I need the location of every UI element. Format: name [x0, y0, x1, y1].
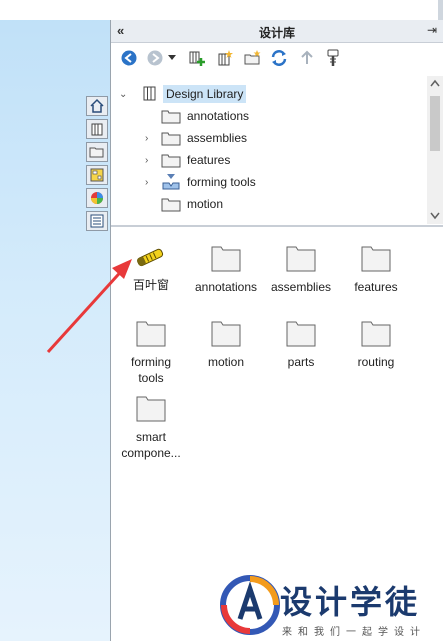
folder-icon — [361, 321, 391, 347]
tree-item-label: features — [187, 153, 231, 167]
library-tree: ⌄ Design Library annotations › assemblie… — [111, 76, 427, 224]
file-explorer-icon — [89, 147, 104, 158]
appearances-icon — [91, 192, 103, 204]
grid-item-label: assemblies — [270, 280, 332, 294]
window-edge — [438, 0, 443, 20]
panel-title-bar: « 设计库 ⇥ — [111, 20, 443, 43]
expand-caret-icon[interactable]: › — [145, 133, 155, 144]
folder-icon — [211, 246, 241, 272]
folder-icon — [161, 110, 181, 124]
folder-icon — [161, 198, 181, 212]
grid-item-label: features — [354, 280, 398, 294]
task-pane-tabs — [84, 96, 110, 234]
grid-item-forming-tools[interactable]: forming tools — [114, 319, 188, 386]
watermark: 设计学徒 来和我们一起学设计 — [220, 573, 443, 641]
watermark-subtitle: 来和我们一起学设计 — [282, 627, 426, 638]
back-icon — [121, 50, 137, 66]
grid-item-parts[interactable]: parts — [264, 319, 338, 370]
tree-scrollbar[interactable] — [427, 76, 443, 224]
tab-custom-properties[interactable] — [86, 211, 108, 231]
folder-icon — [161, 154, 181, 168]
grid-item-routing[interactable]: routing — [339, 319, 413, 370]
add-file-location-button[interactable] — [215, 48, 235, 68]
custom-properties-icon — [90, 214, 104, 228]
folder-icon — [286, 246, 316, 272]
design-library-panel: « 设计库 ⇥ ⌄ Design Library annotations › a… — [110, 20, 443, 641]
back-button[interactable] — [119, 48, 139, 68]
grid-item-louver[interactable]: 百叶窗 — [114, 242, 188, 293]
tab-view-palette[interactable] — [86, 165, 108, 185]
watermark-title: 设计学徒 — [280, 584, 421, 620]
design-library-icon — [143, 86, 156, 101]
home-icon — [90, 98, 104, 113]
panel-title: 设计库 — [258, 26, 295, 40]
pin-button[interactable]: ⇥ — [427, 23, 437, 37]
tree-item-label: assemblies — [187, 131, 248, 145]
scroll-thumb[interactable] — [430, 96, 440, 151]
create-new-folder-icon — [244, 50, 261, 65]
grid-item-smart-components[interactable]: smart compone... — [114, 394, 188, 461]
grid-item-label: smart compone... — [121, 430, 181, 460]
tab-home[interactable] — [86, 96, 108, 116]
tree-root-label: Design Library — [163, 85, 247, 103]
tree-item-label: motion — [187, 197, 224, 211]
toolbox-icon — [327, 49, 339, 66]
grid-item-label: routing — [357, 355, 395, 369]
tab-file-explorer[interactable] — [86, 142, 108, 162]
add-to-library-icon — [189, 51, 205, 66]
design-library-icon — [91, 123, 103, 136]
grid-item-label: motion — [207, 355, 245, 369]
forward-icon — [147, 50, 163, 66]
toolbox-button[interactable] — [323, 48, 343, 68]
folder-icon — [136, 396, 166, 422]
refresh-icon — [271, 50, 287, 66]
expand-caret-icon[interactable]: › — [145, 177, 155, 188]
grid-item-label: 百叶窗 — [132, 278, 169, 292]
add-file-location-icon — [218, 50, 233, 66]
grid-item-features[interactable]: features — [339, 244, 413, 295]
view-palette-icon — [90, 168, 104, 182]
history-dropdown[interactable] — [167, 48, 177, 68]
folder-icon — [361, 246, 391, 272]
folder-icon — [211, 321, 241, 347]
forward-button[interactable] — [145, 48, 165, 68]
watermark-logo-icon — [220, 575, 280, 635]
grid-item-label: parts — [287, 355, 315, 369]
grid-item-assemblies[interactable]: assemblies — [264, 244, 338, 295]
folder-icon — [161, 132, 181, 146]
grid-item-motion[interactable]: motion — [189, 319, 263, 370]
up-one-level-button[interactable] — [297, 48, 317, 68]
dropdown-icon — [168, 55, 176, 60]
grid-item-label: annotations — [194, 280, 258, 294]
collapse-caret-icon[interactable]: ⌄ — [119, 89, 129, 100]
folder-icon — [286, 321, 316, 347]
scroll-up-icon[interactable] — [430, 79, 440, 87]
grid-item-annotations[interactable]: annotations — [189, 244, 263, 295]
graphics-area-top — [0, 0, 110, 20]
create-new-folder-button[interactable] — [243, 48, 263, 68]
up-one-level-icon — [301, 50, 313, 64]
tree-item-label: annotations — [187, 109, 250, 123]
louver-icon — [137, 248, 164, 267]
folder-icon — [136, 321, 166, 347]
pane-splitter[interactable] — [111, 225, 443, 227]
refresh-button[interactable] — [269, 48, 289, 68]
tab-design-library[interactable] — [86, 119, 108, 139]
expand-caret-icon[interactable]: › — [145, 155, 155, 166]
forming-tools-icon — [162, 174, 180, 190]
library-toolbar — [111, 44, 443, 74]
add-to-library-button[interactable] — [187, 48, 207, 68]
tab-appearances[interactable] — [86, 188, 108, 208]
grid-item-label: forming tools — [130, 355, 171, 385]
tree-item-label: forming tools — [187, 175, 256, 189]
scroll-down-icon[interactable] — [430, 212, 440, 220]
